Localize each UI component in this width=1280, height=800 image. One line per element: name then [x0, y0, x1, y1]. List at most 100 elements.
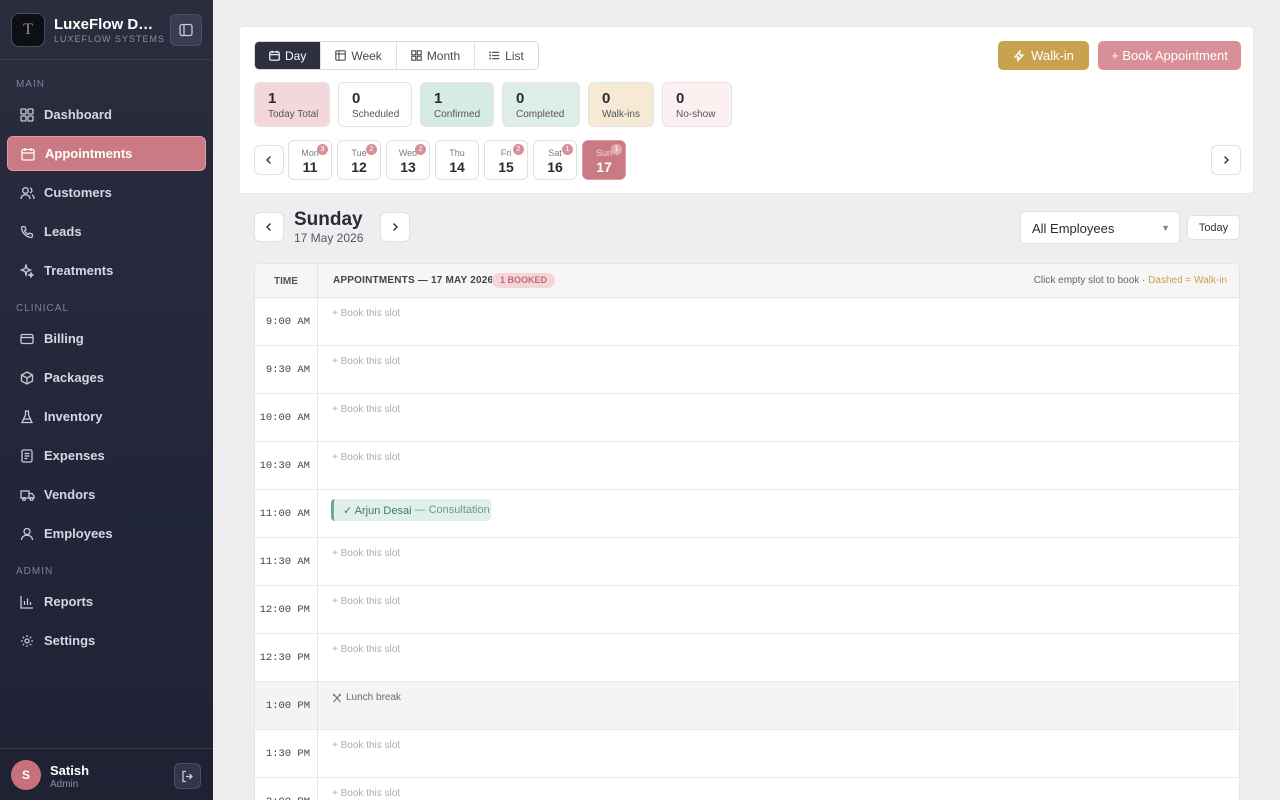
day-chip-tue[interactable]: Tue 12 2: [337, 140, 381, 180]
prev-week-button[interactable]: [254, 145, 284, 175]
chevron-right-icon: [1224, 156, 1229, 164]
sidebar-item-treatments[interactable]: Treatments: [7, 253, 206, 288]
day-chip-mon[interactable]: Mon 11 3: [288, 140, 332, 180]
sidebar-item-customers[interactable]: Customers: [7, 175, 206, 210]
time-slot-row: 11:00 AM ✓ Arjun Desai — Consultation: [255, 490, 1239, 538]
tab-week[interactable]: Week: [321, 42, 397, 69]
stat-completed: 0 Completed: [502, 82, 580, 127]
phone-icon: [19, 224, 35, 240]
sidebar-item-vendors[interactable]: Vendors: [7, 477, 206, 512]
user-icon: [19, 526, 35, 542]
users-icon: [19, 185, 35, 201]
chevron-left-icon: [266, 223, 271, 231]
grid-icon: [411, 50, 422, 61]
book-slot-link[interactable]: + Book this slot: [332, 356, 400, 367]
day-date: 17 May 2026: [294, 231, 364, 245]
sidebar-item-expenses[interactable]: Expenses: [7, 438, 206, 473]
grid-header: TIME APPOINTMENTS — 17 MAY 2026 1 BOOKED…: [255, 264, 1239, 298]
sidebar-item-leads[interactable]: Leads: [7, 214, 206, 249]
view-tabs: Day Week Month List: [254, 41, 539, 70]
book-slot-link[interactable]: + Book this slot: [332, 452, 400, 463]
collapse-sidebar-button[interactable]: [170, 14, 202, 46]
tab-list[interactable]: List: [475, 42, 538, 69]
book-appointment-button[interactable]: + Book Appointment: [1098, 41, 1241, 70]
brand-logo: T: [11, 13, 45, 47]
grid-icon: [19, 107, 35, 123]
sparkle-icon: [19, 263, 35, 279]
walk-in-button[interactable]: Walk-in: [998, 41, 1089, 70]
appointment-chip[interactable]: ✓ Arjun Desai — Consultation: [331, 499, 491, 521]
book-slot-link[interactable]: + Book this slot: [332, 548, 400, 559]
sidebar-item-employees[interactable]: Employees: [7, 516, 206, 551]
brand-name: LuxeFlow Demo: [54, 16, 160, 33]
truck-icon: [19, 487, 35, 503]
count-badge: 2: [415, 144, 426, 155]
user-profile: S Satish Admin: [0, 748, 213, 800]
time-slot-row[interactable]: 2:00 PM + Book this slot: [255, 778, 1239, 800]
utensils-icon: [332, 693, 342, 702]
day-chip-fri[interactable]: Fri 15 2: [484, 140, 528, 180]
book-slot-link[interactable]: + Book this slot: [332, 596, 400, 607]
sidebar-item-dashboard[interactable]: Dashboard: [7, 97, 206, 132]
sidebar-item-billing[interactable]: Billing: [7, 321, 206, 356]
book-slot-link[interactable]: + Book this slot: [332, 644, 400, 655]
time-slot-row[interactable]: 12:30 PM + Book this slot: [255, 634, 1239, 682]
day-chip-sun[interactable]: Sun 17 1: [582, 140, 626, 180]
package-icon: [19, 370, 35, 386]
next-day-button[interactable]: [380, 212, 410, 242]
day-title: Sunday: [294, 209, 363, 230]
lightning-icon: [1013, 49, 1025, 61]
flask-icon: [19, 409, 35, 425]
count-badge: 1: [562, 144, 573, 155]
count-badge: 3: [317, 144, 328, 155]
time-slot-row[interactable]: 1:30 PM + Book this slot: [255, 730, 1239, 778]
day-chip-wed[interactable]: Wed 13 2: [386, 140, 430, 180]
booked-badge: 1 BOOKED: [492, 273, 556, 288]
count-badge: 2: [513, 144, 524, 155]
brand-header: T LuxeFlow Demo LUXEFLOW SYSTEMS: [0, 0, 213, 60]
sidebar-item-reports[interactable]: Reports: [7, 584, 206, 619]
day-chip-sat[interactable]: Sat 16 1: [533, 140, 577, 180]
time-slot-row[interactable]: 12:00 PM + Book this slot: [255, 586, 1239, 634]
grid-hint: Click empty slot to book · Dashed = Walk…: [1033, 275, 1227, 286]
sidebar-item-packages[interactable]: Packages: [7, 360, 206, 395]
employee-filter-select[interactable]: All Employees ▼: [1020, 211, 1180, 244]
appointments-column-header: APPOINTMENTS — 17 MAY 2026: [333, 275, 494, 286]
list-icon: [489, 50, 500, 61]
chart-icon: [19, 594, 35, 610]
prev-day-button[interactable]: [254, 212, 284, 242]
stat-scheduled: 0 Scheduled: [338, 82, 412, 127]
time-slot-row[interactable]: 10:00 AM + Book this slot: [255, 394, 1239, 442]
calendar-icon: [20, 146, 36, 162]
next-week-button[interactable]: [1211, 145, 1241, 175]
book-slot-link[interactable]: + Book this slot: [332, 308, 400, 319]
day-chip-thu[interactable]: Thu 14: [435, 140, 479, 180]
logout-button[interactable]: [174, 763, 201, 789]
caret-down-icon: ▼: [1161, 223, 1170, 233]
stat-confirmed: 1 Confirmed: [420, 82, 494, 127]
time-slot-row[interactable]: 9:30 AM + Book this slot: [255, 346, 1239, 394]
count-badge: 2: [366, 144, 377, 155]
tab-day[interactable]: Day: [255, 42, 322, 69]
count-badge: 1: [611, 144, 622, 155]
book-slot-link[interactable]: + Book this slot: [332, 404, 400, 415]
sidebar-item-appointments[interactable]: Appointments: [7, 136, 206, 171]
sidebar-toggle-icon: [179, 23, 193, 37]
calendar-icon: [269, 50, 280, 61]
chevron-right-icon: [393, 223, 398, 231]
time-slot-row[interactable]: 10:30 AM + Book this slot: [255, 442, 1239, 490]
chevron-left-icon: [266, 156, 271, 164]
avatar: S: [11, 760, 41, 790]
time-slot-row[interactable]: 11:30 AM + Book this slot: [255, 538, 1239, 586]
section-label-admin: ADMIN: [16, 566, 54, 577]
time-slot-row[interactable]: 9:00 AM + Book this slot: [255, 298, 1239, 346]
sidebar-item-settings[interactable]: Settings: [7, 623, 206, 658]
logout-icon: [182, 770, 193, 782]
book-slot-link[interactable]: + Book this slot: [332, 740, 400, 751]
tab-month[interactable]: Month: [396, 42, 476, 69]
book-slot-link[interactable]: + Book this slot: [332, 788, 400, 799]
sidebar-item-inventory[interactable]: Inventory: [7, 399, 206, 434]
today-button[interactable]: Today: [1187, 215, 1240, 240]
sidebar: T LuxeFlow Demo LUXEFLOW SYSTEMS MAIN Da…: [0, 0, 213, 800]
schedule-grid: TIME APPOINTMENTS — 17 MAY 2026 1 BOOKED…: [254, 263, 1240, 800]
